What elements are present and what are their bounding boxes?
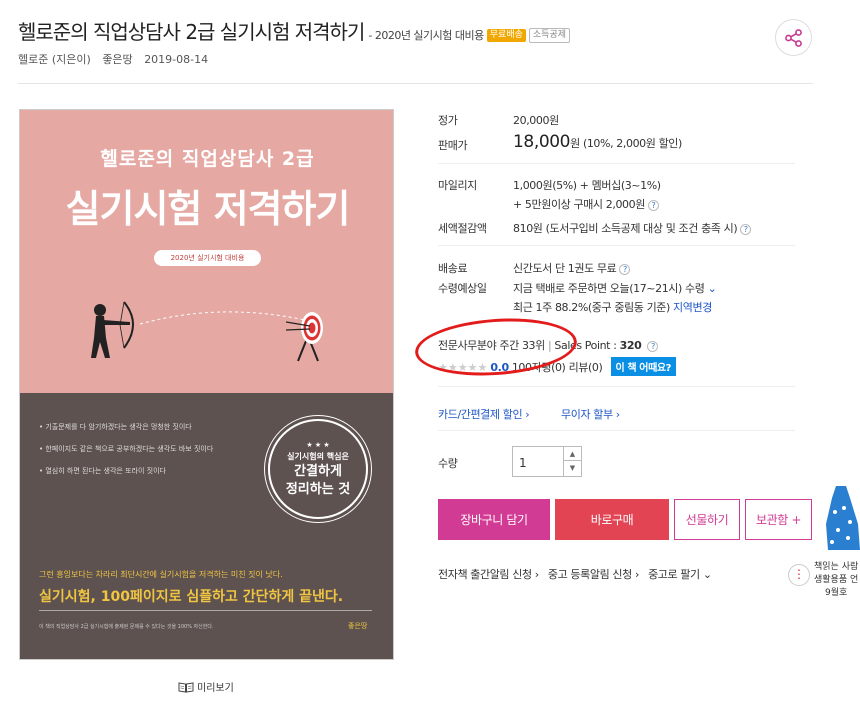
- help-icon[interactable]: ?: [647, 340, 659, 352]
- divider: [438, 386, 795, 387]
- card-discount-link[interactable]: 카드/간편결제 할인 ›: [438, 406, 530, 422]
- decrement-button[interactable]: ▼: [564, 461, 581, 475]
- side-promo-line: 책읽는 사람: [814, 562, 859, 572]
- cover-circle-line3: 정리하는 것: [285, 481, 351, 497]
- review-count[interactable]: 리뷰(0): [569, 361, 603, 374]
- side-promo-line: 9월호: [824, 588, 848, 598]
- help-icon[interactable]: ?: [740, 223, 752, 235]
- increment-button[interactable]: ▲: [564, 447, 581, 461]
- mileage-line2-row: + 5만원이상 구매시 2,000원?: [513, 196, 659, 212]
- book-title: 헬로준의 직업상담사 2급 실기시험 저격하기: [18, 20, 365, 44]
- cover-circle-stars: ★ ★ ★: [306, 440, 330, 449]
- title-row: 헬로준의 직업상담사 2급 실기시험 저격하기 - 2020년 실기시험 대비용…: [18, 16, 571, 45]
- cover-divider: [39, 610, 372, 611]
- deduction-value: 810원 (도서구입비 소득공제 대상 및 조건 충족 시): [513, 222, 738, 235]
- arrow-path: [140, 311, 306, 325]
- wishlist-button[interactable]: 보관함 +: [745, 499, 812, 540]
- share-icon: [784, 28, 802, 47]
- sell-used-link[interactable]: 중고로 팔기 ⌄: [648, 568, 712, 581]
- cover-top-panel: 헬로준의 직업상담사 2급 실기시험 저격하기 2020년 실기시험 대비용: [20, 110, 393, 393]
- cover-pill: 2020년 실기시험 대비용: [154, 250, 261, 266]
- quantity-label: 수량: [438, 457, 458, 470]
- cover-publisher-logo: 좋은땅: [348, 622, 368, 630]
- sale-price: 18,000원 (10%, 2,000원 할인): [513, 132, 682, 152]
- deduction-badge: 소득공제: [528, 28, 571, 43]
- target-illustration: [286, 312, 323, 362]
- alert-links: 전자책 출간알림 신청 › 중고 등록알림 신청 › 중고로 팔기 ⌄: [438, 566, 718, 582]
- quantity-value[interactable]: 1: [519, 456, 527, 470]
- cover-fineprint: 이 책의 직업상담사 2급 실기시험에 출제된 문제를 수 있다는 것을 100…: [39, 624, 214, 630]
- chevron-down-icon: ⌄: [707, 282, 717, 295]
- book-cover-image[interactable]: 헬로준의 직업상담사 2급 실기시험 저격하기 2020년 실기시험 대비용 •…: [19, 109, 394, 660]
- preview-label: 미리보기: [197, 683, 234, 694]
- eta-stats: 최근 1주 88.2%(중구 중림동 기준): [513, 301, 670, 314]
- buy-now-button[interactable]: 바로구매: [555, 499, 669, 540]
- ebook-alert-link[interactable]: 전자책 출간알림 신청 ›: [438, 568, 539, 581]
- book-meta: 헬로준 (지은이) 좋은땅 2019-08-14: [18, 51, 216, 67]
- header-divider: [18, 83, 813, 84]
- cover-summary1: 그런 흥잉보다는 차라리 최단시간에 실기시험을 저격하는 미친 짓이 낫다.: [39, 570, 283, 579]
- sale-price-label: 판매가: [438, 139, 468, 152]
- deduction-label: 세액절감액: [438, 222, 487, 235]
- eta-value: 지금 택배로 주문하면 오늘(17~21시) 수령: [513, 282, 705, 295]
- cover-title-line1: 헬로준의 직업상담사 2급: [100, 148, 315, 170]
- cover-bullet: • 기출문제를 다 암기하겠다는 생각은 멍청한 짓이다: [39, 423, 192, 431]
- book-subtitle: - 2020년 실기시험 대비용: [368, 29, 484, 42]
- installment-link[interactable]: 무이자 할부 ›: [561, 406, 620, 422]
- add-to-cart-button[interactable]: 장바구니 담기: [438, 499, 550, 540]
- cover-circle-line1: 실기시험의 핵심은: [287, 451, 349, 461]
- cover-circle-line2: 간결하게: [294, 463, 342, 479]
- author-link[interactable]: 헬로준 (지은이): [18, 53, 91, 66]
- used-alert-link[interactable]: 중고 등록알림 신청 ›: [548, 568, 639, 581]
- preview-button[interactable]: 미리보기: [178, 679, 234, 694]
- divider: [438, 245, 795, 246]
- region-change-link[interactable]: 지역변경: [673, 301, 712, 314]
- eta-stats-row: 최근 1주 88.2%(중구 중림동 기준) 지역변경: [513, 299, 712, 315]
- sale-discount: (10%, 2,000원 할인): [582, 137, 682, 150]
- stepper-controls: ▲ ▼: [563, 447, 581, 476]
- cover-summary2: 실기시험, 100페이지로 심플하고 간단하게 끝낸다.: [39, 589, 344, 605]
- sales-point-value: 320: [619, 339, 642, 352]
- rate-book-button[interactable]: 이 책 어때요?: [610, 357, 677, 376]
- side-promo-line: 생활용품 언: [814, 575, 859, 585]
- book-open-icon: [178, 681, 194, 693]
- free-shipping-badge: 무료배송: [486, 29, 526, 42]
- deduction-row: 810원 (도서구입비 소득공제 대상 및 조건 충족 시)?: [513, 220, 752, 236]
- mileage-label: 마일리지: [438, 179, 477, 192]
- gift-button[interactable]: 선물하기: [674, 499, 740, 540]
- help-icon[interactable]: ?: [647, 199, 659, 211]
- publish-date: 2019-08-14: [144, 53, 209, 66]
- sale-price-value: 18,000: [513, 132, 571, 152]
- sale-price-unit: 원: [570, 137, 580, 150]
- cover-bullet: • 열심히 하면 된다는 생각은 또라이 짓이다: [39, 467, 166, 475]
- mileage-line2: + 5만원이상 구매시 2,000원: [513, 198, 645, 211]
- delivery-fee-label: 배송료: [438, 262, 468, 275]
- quantity-stepper[interactable]: 1 ▲ ▼: [512, 446, 582, 477]
- more-icon[interactable]: ⋮: [788, 564, 810, 586]
- delivery-fee-row: 신간도서 단 1권도 무료?: [513, 260, 631, 276]
- eta-label: 수령예상일: [438, 282, 487, 295]
- delivery-fee-value: 신간도서 단 1권도 무료: [513, 262, 617, 275]
- cover-bottom-panel: • 기출문제를 다 암기하겠다는 생각은 멍청한 짓이다 • 한페이지도 같은 …: [20, 393, 393, 659]
- help-icon[interactable]: ?: [619, 263, 631, 275]
- list-price-value: 20,000원: [513, 114, 559, 127]
- cover-bullet: • 한페이지도 같은 책으로 공부하겠다는 생각도 바보 짓이다: [39, 445, 214, 453]
- share-button[interactable]: [775, 19, 812, 56]
- publisher-link[interactable]: 좋은땅: [102, 53, 132, 66]
- side-promo-image[interactable]: [822, 484, 860, 554]
- cover-title-line2: 실기시험 저격하기: [65, 187, 351, 231]
- cover-circle: ★ ★ ★ 실기시험의 핵심은 간결하게 정리하는 것: [268, 419, 368, 519]
- list-price-label: 정가: [438, 114, 458, 127]
- side-promo-text[interactable]: 책읽는 사람 생활용품 언 9월호: [814, 561, 858, 600]
- mileage-line1: 1,000원(5%) + 멤버십(3~1%): [513, 179, 661, 192]
- divider: [438, 430, 795, 431]
- divider: [438, 163, 795, 164]
- eta-row[interactable]: 지금 택배로 주문하면 오늘(17~21시) 수령 ⌄: [513, 280, 717, 296]
